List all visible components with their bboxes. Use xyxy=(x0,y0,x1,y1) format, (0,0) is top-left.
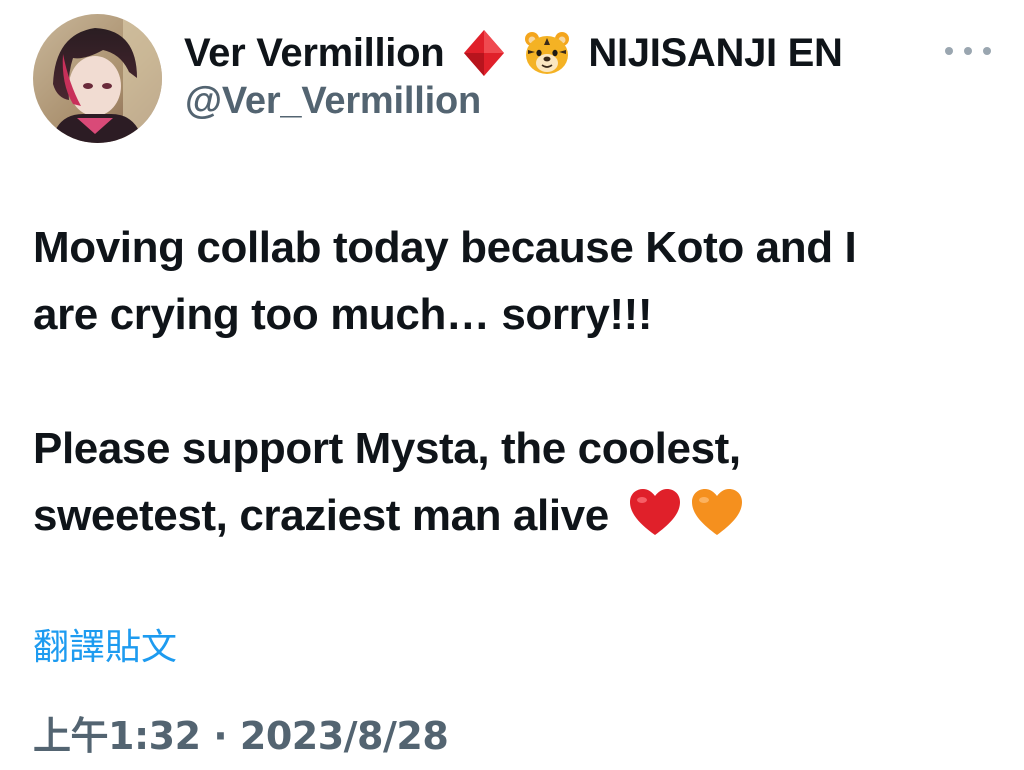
tweet-line: are crying too much… sorry!!! xyxy=(33,290,653,339)
translate-post-link[interactable]: 翻譯貼文 xyxy=(33,618,177,670)
tweet-text: Moving collab today because Koto and I a… xyxy=(33,214,993,549)
post-timestamp[interactable]: 上午1:32 · 2023/8/28 xyxy=(33,705,449,760)
tweet-line-with-emoji: sweetest, craziest man alive xyxy=(33,482,993,549)
more-dot xyxy=(964,47,972,55)
avatar[interactable] xyxy=(33,14,162,143)
group-name: NIJISANJI EN xyxy=(588,30,843,75)
tweet-line: Moving collab today because Koto and I xyxy=(33,223,857,272)
more-dot xyxy=(983,47,991,55)
more-options-icon[interactable] xyxy=(945,36,991,66)
tiger-face-icon xyxy=(522,30,572,76)
tweet-line: sweetest, craziest man alive xyxy=(33,491,609,540)
red-heart-icon xyxy=(627,488,683,538)
author-handle[interactable]: @Ver_Vermillion xyxy=(185,80,481,123)
tweet-card: Ver Vermillion NIJISANJI EN @Ver_Vermill… xyxy=(0,0,1024,770)
tweet-line: Please support Mysta, the coolest, xyxy=(33,424,741,473)
display-name: Ver Vermillion xyxy=(184,30,445,75)
orange-heart-icon xyxy=(689,488,745,538)
author-name-line[interactable]: Ver Vermillion NIJISANJI EN xyxy=(184,28,843,78)
diamond-icon xyxy=(462,28,506,78)
more-dot xyxy=(945,47,953,55)
avatar-image xyxy=(33,14,162,143)
